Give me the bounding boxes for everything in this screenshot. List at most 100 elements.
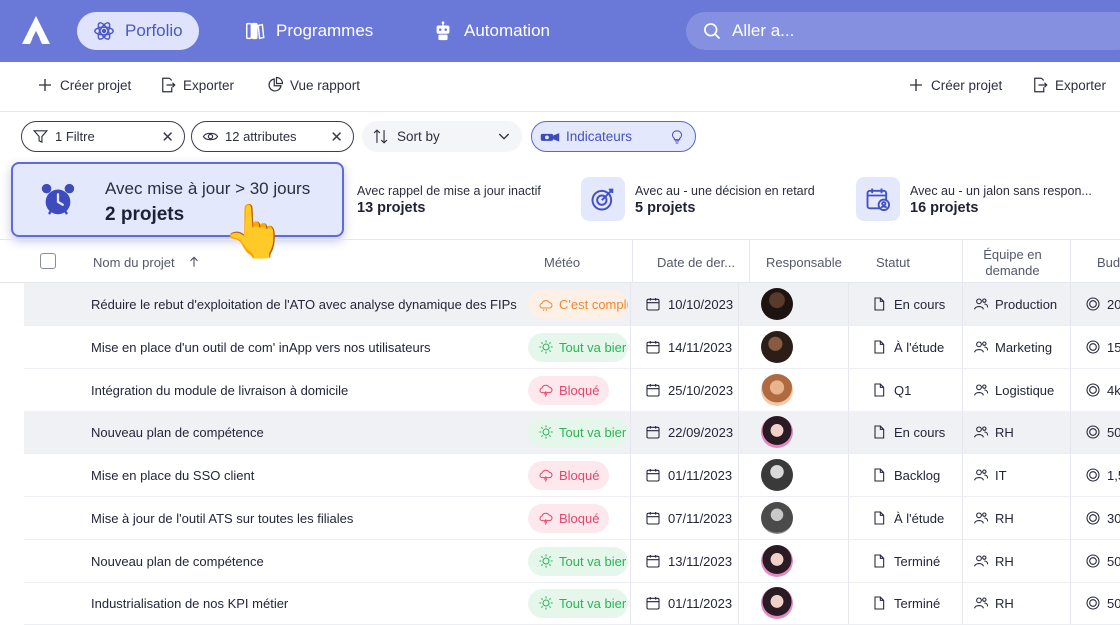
meteo-cell: Tout va bier [528,411,628,453]
column-divider [738,454,739,496]
status-cell[interactable]: En cours [871,411,961,453]
create-project-button[interactable]: Créer projet [36,76,131,94]
kpi-card-outdated-updates[interactable]: Avec mise à jour > 30 jours 2 projets [11,162,344,237]
project-name[interactable]: Mise en place du SSO client [91,454,521,496]
team-label: RH [995,553,1014,569]
table-row[interactable]: Industrialisation de nos KPI métier Tout … [24,582,1120,625]
owner-avatar[interactable] [761,587,793,619]
budget-cell: 50 [1085,540,1120,582]
nav-tab-portfolio[interactable]: Porfolio [77,12,199,50]
team-cell[interactable]: RH [973,540,1073,582]
team-cell[interactable]: Logistique [973,369,1073,411]
status-cell[interactable]: En cours [871,283,961,325]
select-all-checkbox[interactable] [40,253,56,269]
meteo-badge[interactable]: Bloqué [528,460,610,490]
kpi-title: Avec au - une décision en retard [635,184,815,198]
column-header-status[interactable]: Statut [876,240,910,284]
column-divider [962,411,963,453]
meteo-badge[interactable]: C'est compli [528,289,628,319]
indicators-toggle[interactable]: Indicateurs [531,121,696,152]
owner-avatar[interactable] [761,374,793,406]
column-header-owner[interactable]: Responsable [749,240,842,284]
meteo-badge[interactable]: Tout va bier [528,332,628,362]
close-icon[interactable]: ✕ [161,128,174,146]
team-cell[interactable]: RH [973,582,1073,624]
table-row[interactable]: Nouveau plan de compétence Tout va bier 13… [24,540,1120,583]
team-cell[interactable]: RH [973,411,1073,453]
budget-label: 4k [1107,382,1120,398]
owner-avatar[interactable] [761,459,793,491]
global-search-input[interactable]: Aller a... [686,12,1120,50]
app-logo-icon[interactable] [20,14,52,46]
team-icon [974,597,989,609]
owner-avatar[interactable] [761,502,793,534]
table-row[interactable]: Mise en place du SSO client Bloqué 01/11/2… [24,454,1120,497]
table-row[interactable]: Mise en place d'un outil de com' inApp v… [24,326,1120,369]
table-row[interactable]: Nouveau plan de compétence Tout va bier 22… [24,411,1120,454]
indicators-label: Indicateurs [566,129,633,144]
nav-tab-automation[interactable]: Automation [416,12,566,50]
date-label: 07/11/2023 [668,510,733,526]
meteo-label: Bloqué [559,467,600,483]
team-cell[interactable]: RH [973,497,1073,539]
kpi-icon-box [581,177,625,221]
project-name[interactable]: Mise à jour de l'outil ATS sur toutes le… [91,497,521,539]
status-cell[interactable]: Terminé [871,540,961,582]
meteo-badge[interactable]: Bloqué [528,375,610,405]
column-header-team[interactable]: Équipe en demande [962,240,1062,284]
meteo-badge[interactable]: Tout va bier [528,417,628,447]
filter-chip[interactable]: 1 Filtre ✕ [21,121,185,152]
project-name[interactable]: Nouveau plan de compétence [91,540,521,582]
export-button[interactable]: Exporter [159,76,234,94]
column-header-label: demande [985,263,1040,278]
close-icon[interactable]: ✕ [330,128,343,146]
create-project-button-right[interactable]: Créer projet [907,76,1002,94]
sort-dropdown[interactable]: Sort by [362,121,522,152]
team-icon [974,384,989,396]
project-name[interactable]: Nouveau plan de compétence [91,411,521,453]
coin-icon [1086,468,1100,482]
project-name[interactable]: Industrialisation de nos KPI métier [91,582,521,624]
status-cell[interactable]: Backlog [871,454,961,496]
export-icon [162,77,176,93]
meteo-badge[interactable]: Tout va bier [528,546,628,576]
column-divider [738,497,739,539]
report-view-button[interactable]: Vue rapport [266,76,360,94]
owner-avatar[interactable] [761,288,793,320]
status-cell[interactable]: À l'étude [871,497,961,539]
attributes-chip[interactable]: 12 attributes ✕ [191,121,354,152]
column-header-name[interactable]: Nom du projet [93,240,201,284]
owner-avatar[interactable] [761,331,793,363]
project-name[interactable]: Intégration du module de livraison à dom… [91,369,521,411]
project-name[interactable]: Réduire le rebut d'exploitation de l'ATO… [91,283,521,325]
budget-cell: 1,5 [1085,454,1120,496]
plus-icon [39,79,51,91]
project-name[interactable]: Mise en place d'un outil de com' inApp v… [91,326,521,368]
status-cell[interactable]: Q1 [871,369,961,411]
status-cell[interactable]: À l'étude [871,326,961,368]
column-header-budget[interactable]: Budg [1070,240,1120,284]
meteo-badge[interactable]: Tout va bier [528,588,628,618]
owner-avatar[interactable] [761,545,793,577]
table-row[interactable]: Réduire le rebut d'exploitation de l'ATO… [24,283,1120,326]
meteo-badge[interactable]: Bloqué [528,503,610,533]
table-row[interactable]: Mise à jour de l'outil ATS sur toutes le… [24,497,1120,540]
owner-avatar[interactable] [761,416,793,448]
team-label: RH [995,424,1014,440]
pointing-hand-cursor: 👆 [222,202,287,262]
team-cell[interactable]: Marketing [973,326,1073,368]
status-cell[interactable]: Terminé [871,582,961,624]
column-header-date[interactable]: Date de der... [632,240,735,284]
coin-icon [1086,297,1100,311]
nav-tab-programmes[interactable]: Programmes [228,12,389,50]
export-button-right[interactable]: Exporter [1031,76,1106,94]
team-icon [974,426,989,438]
column-header-meteo[interactable]: Météo [544,240,580,284]
column-header-label: Date de der... [657,254,736,270]
meteo-cell: Tout va bier [528,582,628,624]
table-row[interactable]: Intégration du module de livraison à dom… [24,369,1120,412]
team-cell[interactable]: Production [973,283,1073,325]
budget-cell: 20 [1085,283,1120,325]
meteo-cell: C'est compli [528,283,628,325]
team-cell[interactable]: IT [973,454,1073,496]
